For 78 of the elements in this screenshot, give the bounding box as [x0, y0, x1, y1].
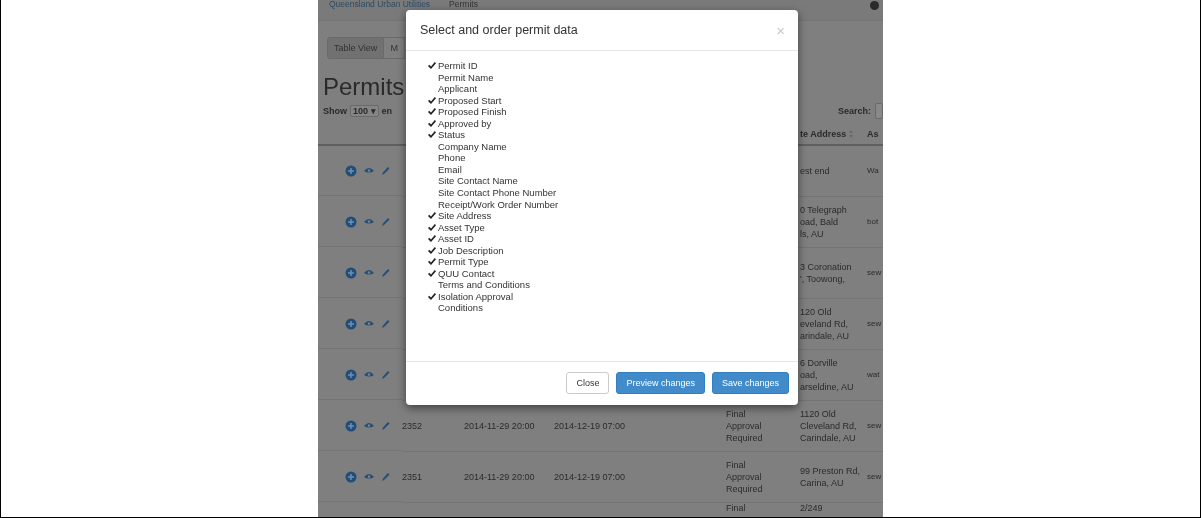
field-option[interactable]: QUU Contact: [438, 267, 495, 280]
field-option[interactable]: Site Contact Phone Number: [438, 187, 557, 199]
field-option[interactable]: Terms and Conditions: [438, 279, 530, 291]
show-label: Show: [323, 106, 347, 116]
field-option[interactable]: Site Address: [438, 210, 492, 222]
field-option[interactable]: Phone: [438, 152, 466, 164]
dialog-button[interactable]: Save changes: [711, 372, 789, 394]
table-cell: sew: [867, 318, 883, 330]
field-option[interactable]: Permit ID: [438, 60, 478, 72]
column-header[interactable]: As: [867, 129, 879, 139]
table-cell-text: Wa: [867, 165, 880, 177]
add-circle-icon[interactable]: [345, 164, 357, 177]
table-cell-text: wat: [867, 369, 881, 381]
table-cell: sew: [867, 267, 883, 279]
field-option[interactable]: Proposed Finish: [438, 106, 507, 118]
pencil-icon[interactable]: [381, 420, 390, 431]
modal-title: Select and order permit data: [420, 23, 578, 37]
table-cell-text: Final Approval Required: [726, 408, 764, 444]
table-cell-text: Final Approval Required: [726, 459, 764, 495]
table-cell-text: 120 Old eveland Rd, arindale, AU: [800, 306, 851, 342]
field-option[interactable]: Proposed Start: [438, 94, 502, 107]
table-cell-text: est end: [800, 165, 831, 177]
pencil-icon[interactable]: [381, 267, 390, 278]
table-cell-text: 2014-12-19 07:00: [554, 471, 627, 483]
add-circle-icon[interactable]: [345, 470, 357, 483]
pencil-icon[interactable]: [381, 216, 390, 227]
pencil-icon[interactable]: [381, 471, 390, 482]
entries-label: en: [381, 106, 393, 116]
field-option[interactable]: Permit Type: [438, 256, 489, 268]
table-cell-text: 2014-12-19 07:00: [554, 420, 627, 432]
pencil-icon[interactable]: [381, 165, 390, 176]
field-option[interactable]: Approved by: [438, 117, 492, 130]
eye-icon[interactable]: [364, 320, 374, 327]
add-circle-icon[interactable]: [345, 368, 357, 381]
table-cell-text: 99 Preston Rd, Carina, AU: [800, 465, 862, 489]
eye-icon[interactable]: [364, 167, 374, 174]
field-option[interactable]: Isolation Approval Conditions: [438, 290, 513, 315]
table-cell-text: bot: [867, 216, 880, 228]
field-option[interactable]: Asset ID: [438, 233, 474, 245]
field-option[interactable]: Receipt/Work Order Number: [438, 198, 559, 211]
field-option[interactable]: Applicant: [438, 83, 478, 95]
table-cell-text: 1120 Old Cleveland Rd, Carindale, AU: [800, 408, 858, 444]
eye-icon[interactable]: [364, 371, 374, 378]
search-label: Search:: [837, 106, 871, 116]
table-cell-text: 2014-11-29 20:00: [464, 420, 536, 432]
table-cell-text: 3 Coronation ', Toowong,: [800, 261, 853, 285]
table-cell-text: Final: [726, 503, 747, 513]
table-cell: sew: [867, 420, 883, 432]
field-option[interactable]: Site Contact Name: [438, 175, 518, 187]
table-cell-text: 0 Telegraph oad, Bald ls, AU: [800, 204, 848, 240]
table-cell-text: 2352: [402, 420, 424, 432]
field-option[interactable]: Job Description: [438, 244, 504, 257]
table-cell: sew: [867, 471, 883, 483]
eye-icon[interactable]: [364, 422, 374, 429]
field-option[interactable]: Company Name: [438, 140, 507, 153]
field-option[interactable]: Status: [438, 129, 465, 141]
field-option[interactable]: Permit Name: [438, 71, 494, 84]
pencil-icon[interactable]: [381, 318, 390, 329]
dialog-button[interactable]: Close: [566, 372, 610, 394]
eye-icon[interactable]: [364, 269, 374, 276]
eye-icon[interactable]: [364, 218, 374, 225]
dialog-button[interactable]: Preview changes: [616, 372, 705, 394]
column-header[interactable]: te Address: [800, 129, 847, 139]
table-cell-text: 2351: [402, 471, 424, 483]
add-circle-icon[interactable]: [345, 317, 357, 330]
table-cell-text: 6 Dorville oad, arseldine, AU: [800, 357, 855, 393]
pencil-icon[interactable]: [381, 369, 390, 380]
page-length-select[interactable]: 100 ▾: [350, 105, 379, 117]
table-cell-text: 2/249: [800, 503, 824, 513]
search-field[interactable]: [875, 103, 883, 119]
add-circle-icon[interactable]: [345, 266, 357, 279]
table-cell-text: 2014-11-29 20:00: [464, 471, 536, 483]
add-circle-icon[interactable]: [345, 419, 357, 432]
eye-icon[interactable]: [364, 473, 374, 480]
field-option[interactable]: Email: [438, 163, 462, 176]
add-circle-icon[interactable]: [345, 215, 357, 228]
field-option[interactable]: Asset Type: [438, 221, 485, 234]
page-heading: Permits: [323, 73, 405, 101]
